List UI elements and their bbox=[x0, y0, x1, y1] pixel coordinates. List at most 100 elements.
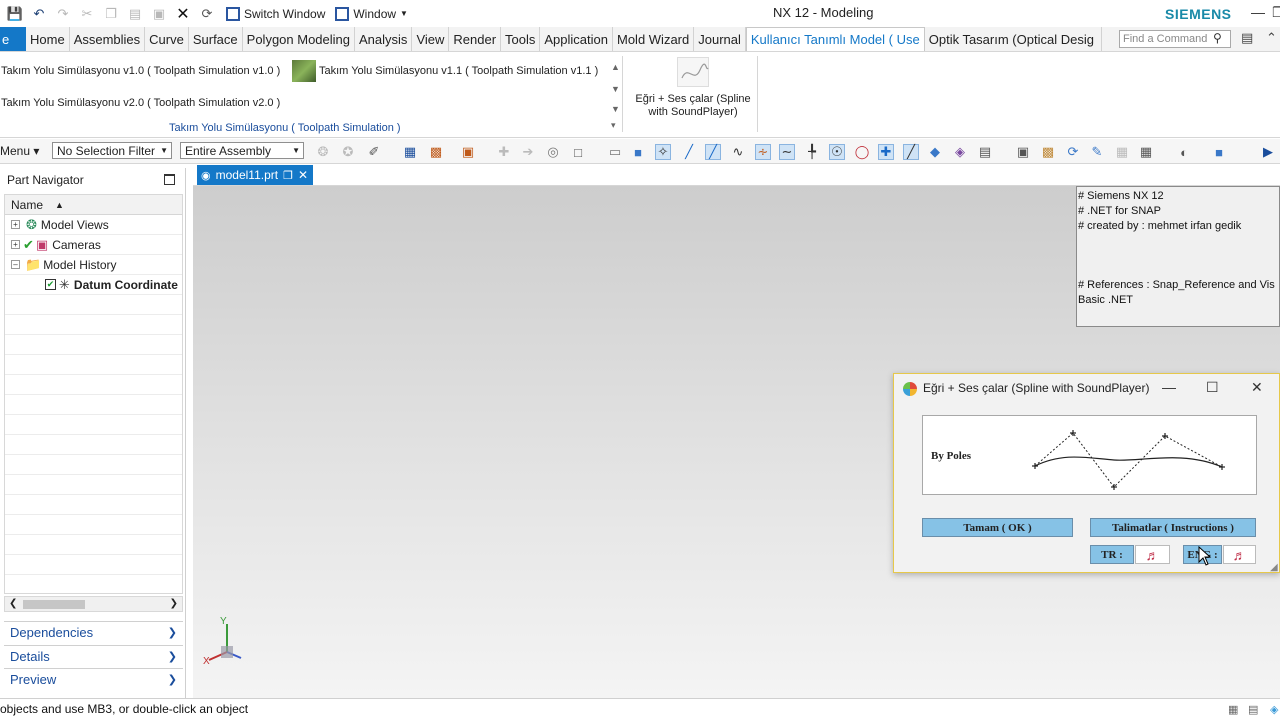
perspective-icon[interactable]: ▦ bbox=[1114, 144, 1130, 160]
paste-icon[interactable]: ▤ bbox=[126, 5, 144, 23]
toolpath-sim-v20-button[interactable]: Takım Yolu Simülasyonu v2.0 ( Toolpath S… bbox=[1, 97, 280, 109]
selection-scope-dropdown[interactable]: Entire Assembly ▼ bbox=[180, 142, 304, 159]
lasso-select-icon[interactable]: ◎ bbox=[545, 144, 561, 160]
detach-icon[interactable]: ❐ bbox=[283, 169, 293, 182]
scrollbar-thumb[interactable] bbox=[23, 600, 85, 609]
column-header-name[interactable]: Name ▲ bbox=[5, 195, 182, 215]
line-snap-icon[interactable]: ╱ bbox=[903, 144, 919, 160]
close-icon[interactable]: ✕ bbox=[298, 168, 308, 182]
instructions-button[interactable]: Talimatlar ( Instructions ) bbox=[1090, 518, 1256, 537]
select-solid-icon[interactable]: ■ bbox=[630, 144, 646, 160]
document-tab-model11[interactable]: ◉ model11.prt ❐ ✕ bbox=[197, 165, 313, 185]
layer-icon[interactable]: ▤ bbox=[977, 144, 993, 160]
tab-journal[interactable]: Journal bbox=[694, 27, 746, 51]
redo-icon[interactable]: ↷ bbox=[54, 5, 72, 23]
checkbox-checked-icon[interactable]: ✔ bbox=[45, 279, 56, 290]
tree-item-model-history[interactable]: – 📁 Model History bbox=[5, 255, 182, 275]
tab-polygon-modeling[interactable]: Polygon Modeling bbox=[243, 27, 356, 51]
toolpath-sim-v10-button[interactable]: Takım Yolu Simülasyonu v1.0 ( Toolpath S… bbox=[1, 65, 280, 77]
line-icon[interactable]: ╱ bbox=[681, 144, 697, 160]
circle-icon[interactable]: ◯ bbox=[854, 144, 870, 160]
select-feature-icon[interactable]: ✐ bbox=[366, 144, 382, 160]
wave-curve-icon[interactable]: ∼ bbox=[779, 144, 795, 160]
play-tr-sound-button[interactable]: ♬ bbox=[1135, 545, 1170, 564]
preview-panel[interactable]: Preview ❯ bbox=[4, 668, 183, 690]
status-icon-selection[interactable]: ▦ bbox=[1228, 703, 1238, 716]
dependencies-panel[interactable]: Dependencies ❯ bbox=[4, 621, 183, 643]
tab-view[interactable]: View bbox=[412, 27, 450, 51]
select-body-icon[interactable]: ▭ bbox=[607, 144, 623, 160]
horizontal-scrollbar[interactable]: ❮ ❯ bbox=[4, 596, 183, 612]
deselect-icon[interactable]: ✪ bbox=[340, 144, 356, 160]
window-menu-button[interactable]: Window ▼ bbox=[335, 6, 408, 21]
tab-file[interactable]: e bbox=[0, 27, 26, 51]
play-eng-sound-button[interactable]: ♬ bbox=[1223, 545, 1256, 564]
rendering-style-icon[interactable]: ◐ bbox=[1176, 144, 1192, 160]
collapse-icon[interactable]: – bbox=[11, 260, 20, 269]
repeat-command-icon[interactable]: ⟳ bbox=[198, 5, 216, 23]
save-icon[interactable]: 💾 bbox=[6, 5, 24, 23]
spline-select-icon[interactable]: ∻ bbox=[755, 144, 771, 160]
minimize-icon[interactable]: — bbox=[1162, 379, 1176, 395]
feature-curve-icon[interactable]: ✧ bbox=[655, 144, 671, 160]
tab-mold-wizard[interactable]: Mold Wizard bbox=[613, 27, 695, 51]
spline-soundplayer-icon[interactable] bbox=[677, 57, 709, 87]
tab-render[interactable]: Render bbox=[449, 27, 502, 51]
menu-button[interactable]: Menu ▾ bbox=[0, 144, 39, 158]
fit-view-icon[interactable]: ▣ bbox=[1015, 144, 1031, 160]
delete-icon[interactable]: ✕ bbox=[174, 5, 192, 23]
ribbon-options-icon[interactable]: ▤ bbox=[1241, 30, 1253, 46]
resize-grip-icon[interactable]: ◢ bbox=[1270, 562, 1278, 573]
shaded-icon[interactable]: ■ bbox=[1211, 144, 1227, 160]
point-icon[interactable]: ✚ bbox=[878, 144, 894, 160]
tab-application[interactable]: Application bbox=[540, 27, 613, 51]
scroll-right-icon[interactable]: ❯ bbox=[170, 598, 178, 609]
toolpath-sim-v11-button[interactable]: Takım Yolu Simülasyonu v1.1 ( Toolpath S… bbox=[319, 65, 598, 77]
general-select-icon[interactable]: ❂ bbox=[315, 144, 331, 160]
expand-icon[interactable]: + bbox=[11, 240, 20, 249]
close-icon[interactable]: ✕ bbox=[1251, 379, 1263, 396]
selection-filter-dropdown[interactable]: No Selection Filter ▼ bbox=[52, 142, 172, 159]
ok-button[interactable]: Tamam ( OK ) bbox=[922, 518, 1073, 537]
collapse-ribbon-icon[interactable]: ⌃ bbox=[1266, 30, 1277, 46]
tab-home[interactable]: Home bbox=[26, 27, 70, 51]
tab-assemblies[interactable]: Assemblies bbox=[70, 27, 146, 51]
curve-icon[interactable]: ∿ bbox=[730, 144, 746, 160]
search-icon[interactable]: ⚲ bbox=[1213, 31, 1229, 47]
ribbon-gallery-more-icon[interactable]: ▼ bbox=[611, 104, 620, 114]
point-snap-icon[interactable]: ▣ bbox=[460, 144, 476, 160]
rotate-icon[interactable]: ⟳ bbox=[1065, 144, 1081, 160]
type-filter-icon[interactable]: ▩ bbox=[428, 144, 444, 160]
tab-optical-design[interactable]: Optik Tasarım (Optical Desig bbox=[925, 27, 1102, 51]
details-panel[interactable]: Details ❯ bbox=[4, 645, 183, 667]
intersection-icon[interactable]: ╄ bbox=[804, 144, 820, 160]
tree-item-model-views[interactable]: + ❂ Model Views bbox=[5, 215, 182, 235]
ribbon-scroll-up-icon[interactable]: ▲ bbox=[611, 62, 620, 72]
expand-icon[interactable]: + bbox=[11, 220, 20, 229]
zoom-icon[interactable]: ▩ bbox=[1040, 144, 1056, 160]
tab-analysis[interactable]: Analysis bbox=[355, 27, 413, 51]
more-tools-icon[interactable]: ▶ bbox=[1260, 144, 1276, 160]
select-edge-icon[interactable]: ➔ bbox=[520, 144, 536, 160]
rectangle-select-icon[interactable]: □ bbox=[570, 144, 586, 160]
status-icon-window[interactable]: ▤ bbox=[1248, 703, 1258, 716]
tab-surface[interactable]: Surface bbox=[189, 27, 243, 51]
copy-icon[interactable]: ❐ bbox=[102, 5, 120, 23]
scroll-left-icon[interactable]: ❮ bbox=[9, 598, 17, 609]
tr-label-button[interactable]: TR : bbox=[1090, 545, 1134, 564]
sheet-icon[interactable]: ◈ bbox=[952, 144, 968, 160]
maximize-icon[interactable]: ☐ bbox=[1206, 379, 1219, 396]
status-icon-network[interactable]: ◈ bbox=[1270, 703, 1278, 716]
tab-user-defined-model[interactable]: Kullanıcı Tanımlı Model ( Use bbox=[745, 27, 925, 51]
select-list-icon[interactable]: ▦ bbox=[402, 144, 418, 160]
ribbon-scroll-down-icon[interactable]: ▼ bbox=[611, 84, 620, 94]
cut-icon[interactable]: ✂ bbox=[78, 5, 96, 23]
arc-center-icon[interactable]: ☉ bbox=[829, 144, 845, 160]
tab-tools[interactable]: Tools bbox=[501, 27, 541, 51]
paste-special-icon[interactable]: ▣ bbox=[150, 5, 168, 23]
undo-icon[interactable]: ↶ bbox=[30, 5, 48, 23]
tree-item-cameras[interactable]: + ✔ ▣ Cameras bbox=[5, 235, 182, 255]
pan-icon[interactable]: ✎ bbox=[1089, 144, 1105, 160]
tree-item-datum-coordinate[interactable]: ✔ ✳ Datum Coordinate bbox=[5, 275, 182, 295]
minimize-icon[interactable]: — bbox=[1251, 4, 1265, 20]
